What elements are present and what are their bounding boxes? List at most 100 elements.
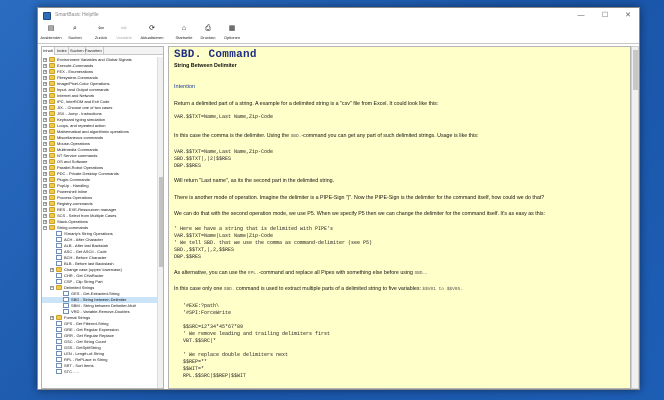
collapse-toggle-icon[interactable]: − xyxy=(50,286,54,290)
expand-toggle-icon[interactable]: + xyxy=(43,58,47,62)
expand-toggle-icon[interactable]: + xyxy=(43,64,47,68)
print-button[interactable]: ⎙ Drucken xyxy=(197,25,219,43)
expand-toggle-icon[interactable]: + xyxy=(43,76,47,80)
hide-pane-button[interactable]: ▤ Ausblenden xyxy=(40,25,62,43)
help-app-icon xyxy=(43,12,51,20)
expand-toggle-icon[interactable]: + xyxy=(43,82,47,86)
folder-icon xyxy=(49,111,55,116)
folder-icon xyxy=(49,225,55,230)
expand-toggle-icon[interactable]: + xyxy=(43,190,47,194)
help-window: SmartBasic Helpfile — ☐ ✕ ▤ Ausblenden ⌕… xyxy=(37,7,640,390)
expand-toggle-icon[interactable]: + xyxy=(43,148,47,152)
nav-tabs: Inhalt Index Suchen Favoriten xyxy=(42,47,163,55)
page-icon xyxy=(56,363,62,368)
page-icon xyxy=(63,297,69,302)
nav-scrollbar[interactable] xyxy=(157,57,163,388)
folder-icon xyxy=(49,129,55,134)
expand-toggle-icon[interactable]: + xyxy=(43,172,47,176)
expand-toggle-icon[interactable]: + xyxy=(43,124,47,128)
back-button[interactable]: ⇦ Zurück xyxy=(92,25,110,43)
folder-icon xyxy=(49,207,55,212)
collapse-toggle-icon[interactable]: − xyxy=(43,226,47,230)
content-scrollbar[interactable] xyxy=(631,46,639,389)
search-button[interactable]: ⌕ Suchen xyxy=(66,25,84,43)
folder-icon xyxy=(49,123,55,128)
page-icon xyxy=(56,333,62,338)
expand-toggle-icon[interactable]: + xyxy=(43,70,47,74)
title-bar[interactable]: SmartBasic Helpfile — ☐ ✕ xyxy=(38,8,639,24)
folder-icon xyxy=(49,93,55,98)
folder-icon xyxy=(49,63,55,68)
paragraph-3: Will return "Last name", as its the seco… xyxy=(174,178,335,184)
folder-icon xyxy=(49,81,55,86)
folder-icon xyxy=(49,99,55,104)
expand-toggle-icon[interactable]: + xyxy=(43,88,47,92)
folder-icon xyxy=(49,165,55,170)
tab-index[interactable]: Index xyxy=(56,47,69,55)
page-icon xyxy=(63,291,69,296)
options-button[interactable]: ▦ Optionen xyxy=(221,25,243,43)
expand-toggle-icon[interactable]: + xyxy=(43,106,47,110)
expand-toggle-icon[interactable]: + xyxy=(50,316,54,320)
minimize-button[interactable]: — xyxy=(570,8,592,24)
expand-toggle-icon[interactable]: + xyxy=(43,208,47,212)
page-icon xyxy=(56,249,62,254)
code-line: DBP.$$RES xyxy=(174,254,202,260)
page-icon xyxy=(56,261,62,266)
nav-scrollbar-thumb[interactable] xyxy=(159,177,163,267)
expand-toggle-icon[interactable]: + xyxy=(43,100,47,104)
home-icon: ⌂ xyxy=(181,25,187,32)
page-icon xyxy=(56,231,62,236)
expand-toggle-icon[interactable]: + xyxy=(43,196,47,200)
folder-icon xyxy=(49,69,55,74)
section-heading-intention: Intention xyxy=(174,84,196,90)
maximize-button[interactable]: ☐ xyxy=(594,8,616,24)
close-button[interactable]: ✕ xyxy=(617,8,639,24)
page-icon xyxy=(56,321,62,326)
expand-toggle-icon[interactable]: + xyxy=(43,160,47,164)
forward-button[interactable]: ⇨ Vorwärts xyxy=(114,25,134,43)
expand-toggle-icon[interactable]: + xyxy=(43,130,47,134)
expand-toggle-icon[interactable]: + xyxy=(43,94,47,98)
folder-icon xyxy=(56,285,62,290)
refresh-button[interactable]: ⟳ Aktualisieren xyxy=(137,25,167,43)
expand-toggle-icon[interactable]: + xyxy=(43,202,47,206)
expand-toggle-icon[interactable]: + xyxy=(43,154,47,158)
folder-icon xyxy=(49,153,55,158)
paragraph-2: In this case the comma is the delimiter.… xyxy=(174,133,479,139)
page-icon xyxy=(56,255,62,260)
back-arrow-icon: ⇦ xyxy=(98,25,104,32)
contents-tree: + Environment Variables and Global Signal… xyxy=(42,57,157,388)
code-line: ' Here we have a string that is delimite… xyxy=(174,226,334,232)
tree-item[interactable]: STC - ... xyxy=(42,369,157,375)
code-line: '#SPI:ForceWrite xyxy=(183,310,232,316)
expand-toggle-icon[interactable]: + xyxy=(43,184,47,188)
code-line: VBT.$$SRC|* xyxy=(183,338,217,344)
expand-toggle-icon[interactable]: + xyxy=(43,142,47,146)
options-icon: ▦ xyxy=(228,25,236,32)
expand-toggle-icon[interactable]: + xyxy=(43,136,47,140)
home-button[interactable]: ⌂ Startseite xyxy=(173,25,195,43)
code-line: $$WIT=* xyxy=(183,366,205,372)
search-icon: ⌕ xyxy=(73,25,77,32)
tab-contents[interactable]: Inhalt xyxy=(42,47,55,55)
tab-favorites[interactable]: Favoriten xyxy=(84,47,104,55)
expand-toggle-icon[interactable]: + xyxy=(43,214,47,218)
page-icon xyxy=(56,279,62,284)
paragraph-1: Return a delimited part of a string. A e… xyxy=(174,101,439,107)
expand-toggle-icon[interactable]: + xyxy=(43,220,47,224)
folder-icon xyxy=(49,147,55,152)
expand-toggle-icon[interactable]: + xyxy=(43,166,47,170)
page-icon xyxy=(56,273,62,278)
paragraph-7: In this case only one SBD. command is us… xyxy=(174,286,463,292)
expand-toggle-icon[interactable]: + xyxy=(50,268,54,272)
toolbar: ▤ Ausblenden ⌕ Suchen ⇦ Zurück ⇨ Vorwärt… xyxy=(38,24,639,44)
paragraph-5: We can do that with the second operation… xyxy=(174,211,546,217)
expand-toggle-icon[interactable]: + xyxy=(43,178,47,182)
content-scrollbar-thumb[interactable] xyxy=(633,50,638,90)
expand-toggle-icon[interactable]: + xyxy=(43,112,47,116)
page-icon xyxy=(56,339,62,344)
folder-icon xyxy=(49,135,55,140)
expand-toggle-icon[interactable]: + xyxy=(43,118,47,122)
code-line: ' We remove leading and trailing delimit… xyxy=(183,331,331,337)
